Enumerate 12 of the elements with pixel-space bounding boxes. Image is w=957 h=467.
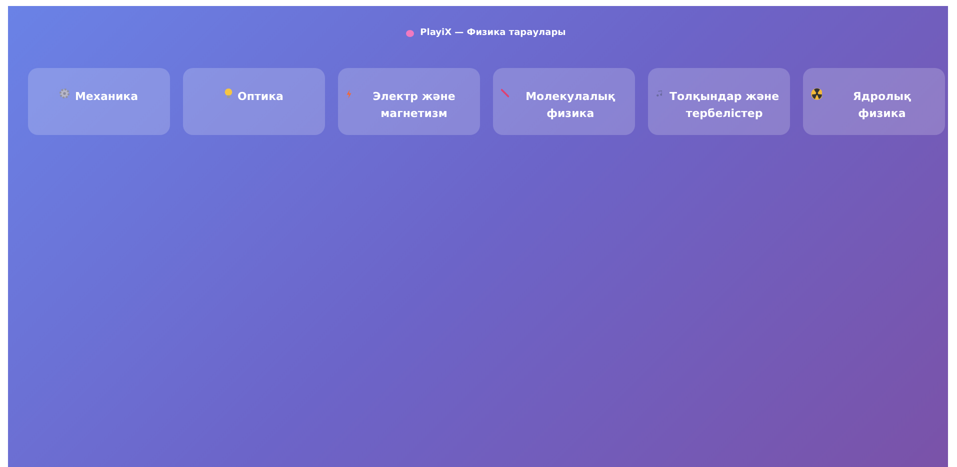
lightning-icon xyxy=(346,88,352,100)
topic-card[interactable]: Ядролық физика xyxy=(802,68,944,135)
topic-card[interactable]: Оптика xyxy=(182,68,324,135)
music-note-icon xyxy=(656,88,662,99)
gear-icon xyxy=(58,88,70,99)
topic-card[interactable]: Механика xyxy=(28,68,170,135)
topic-card[interactable]: Электр және магнетизм xyxy=(338,68,480,135)
topic-card[interactable]: Толқындар және тербелістер xyxy=(648,68,790,135)
lightbulb-icon xyxy=(224,88,233,99)
topic-card[interactable]: Молекулалық физика xyxy=(492,68,634,135)
radiation-icon xyxy=(810,88,822,100)
page-title: PlayiX — Физика тараулары xyxy=(420,28,566,38)
